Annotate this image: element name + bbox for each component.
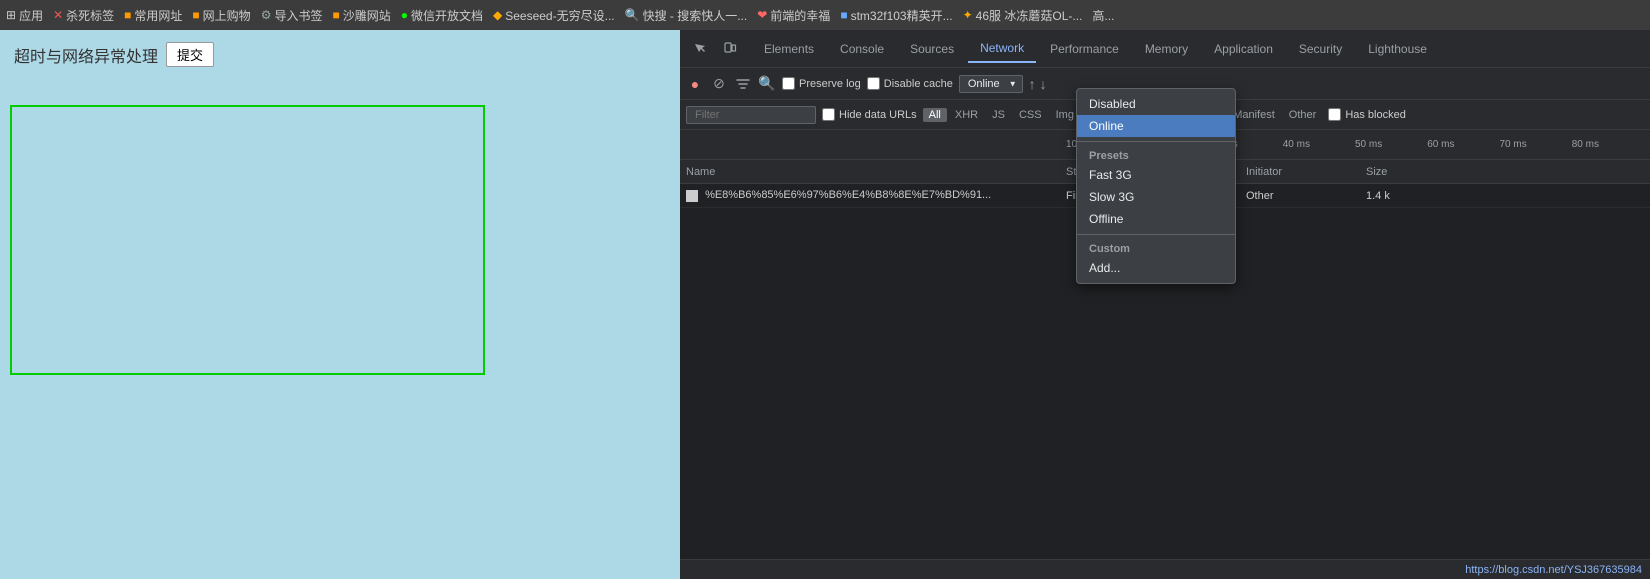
preserve-log-checkbox[interactable] — [782, 77, 795, 90]
status-bar: https://blog.csdn.net/YSJ367635984 — [680, 559, 1650, 579]
time-50ms: 50 ms — [1355, 139, 1427, 150]
devtools-icons — [688, 37, 742, 61]
bookmark-shopping[interactable]: ■ 网上购物 — [192, 7, 250, 24]
tab-memory[interactable]: Memory — [1133, 36, 1200, 62]
tab-lighthouse[interactable]: Lighthouse — [1356, 36, 1439, 62]
th-initiator[interactable]: Initiator — [1240, 166, 1360, 178]
bookmark-search[interactable]: 🔍 快搜 - 搜索快人一... — [625, 7, 748, 24]
device-toggle-icon[interactable] — [718, 37, 742, 61]
tab-console[interactable]: Console — [828, 36, 896, 62]
tab-network[interactable]: Network — [968, 35, 1036, 63]
bookmark-wechat[interactable]: ● 微信开放文档 — [401, 7, 483, 24]
network-condition-menu: Disabled Online Presets Fast 3G Slow 3G … — [1076, 88, 1236, 284]
main-page-area: 超时与网络异常处理 提交 — [0, 30, 680, 579]
filter-icon[interactable] — [734, 75, 752, 93]
bookmarks-bar: ⊞ 应用 ✕ 杀死标签 ■ 常用网址 ■ 网上购物 ⚙ 导入书签 ■ 沙雕网站 … — [0, 0, 1650, 30]
bookmark-game[interactable]: ✦ 46服 冰冻蘑菇OL-... — [963, 7, 1083, 24]
th-size[interactable]: Size — [1360, 166, 1440, 178]
cell-size: 1.4 k — [1360, 190, 1440, 202]
search-icon[interactable]: 🔍 — [758, 75, 776, 93]
filter-input[interactable] — [686, 106, 816, 124]
devtools-tab-bar: Elements Console Sources Network Perform… — [680, 30, 1650, 68]
clear-button[interactable]: ⊘ — [710, 75, 728, 93]
dropdown-divider — [1077, 141, 1235, 142]
status-url: https://blog.csdn.net/YSJ367635984 — [1465, 564, 1642, 576]
bookmark-common[interactable]: ■ 常用网址 — [124, 7, 182, 24]
dropdown-offline[interactable]: Offline — [1077, 208, 1235, 230]
preserve-log-label[interactable]: Preserve log — [782, 77, 861, 90]
bookmark-stm32[interactable]: ■ stm32f103精英开... — [840, 7, 952, 24]
filter-other-button[interactable]: Other — [1283, 108, 1323, 122]
disable-cache-checkbox[interactable] — [867, 77, 880, 90]
filter-js-button[interactable]: JS — [986, 108, 1011, 122]
upload-icon: ↑ — [1029, 76, 1036, 92]
upload-download-icons: ↑ ↓ — [1029, 76, 1047, 92]
dropdown-add[interactable]: Add... — [1077, 257, 1235, 279]
hide-data-urls-label[interactable]: Hide data URLs — [822, 108, 917, 121]
page-title: 超时与网络异常处理 — [14, 43, 158, 67]
time-40ms: 40 ms — [1283, 139, 1355, 150]
dropdown-custom-label: Custom — [1077, 239, 1235, 257]
bookmark-sandiao[interactable]: ■ 沙雕网站 — [332, 7, 390, 24]
inspect-icon[interactable] — [688, 37, 712, 61]
time-60ms: 60 ms — [1427, 139, 1499, 150]
bookmark-killtab[interactable]: ✕ 杀死标签 — [53, 7, 114, 24]
filter-all-button[interactable]: All — [923, 108, 947, 122]
dropdown-disabled[interactable]: Disabled — [1077, 93, 1235, 115]
hide-data-urls-checkbox[interactable] — [822, 108, 835, 121]
tab-elements[interactable]: Elements — [752, 36, 826, 62]
cell-initiator: Other — [1240, 190, 1360, 202]
disable-cache-label[interactable]: Disable cache — [867, 77, 953, 90]
has-blocked-label[interactable]: Has blocked — [1328, 108, 1406, 121]
content-box — [10, 105, 485, 375]
dropdown-presets-label: Presets — [1077, 146, 1235, 164]
tab-security[interactable]: Security — [1287, 36, 1354, 62]
condition-select-button[interactable]: Online — [959, 75, 1023, 93]
bookmark-import[interactable]: ⚙ 导入书签 — [261, 7, 323, 24]
time-80ms: 80 ms — [1572, 139, 1644, 150]
download-icon: ↓ — [1040, 76, 1047, 92]
network-condition-dropdown: Online — [959, 75, 1023, 93]
th-name[interactable]: Name — [680, 166, 1060, 178]
bookmark-frontend[interactable]: ❤ 前端的幸福 — [757, 7, 830, 24]
filter-css-button[interactable]: CSS — [1013, 108, 1048, 122]
filter-xhr-button[interactable]: XHR — [949, 108, 984, 122]
file-icon — [686, 190, 698, 202]
dropdown-divider2 — [1077, 234, 1235, 235]
has-blocked-checkbox[interactable] — [1328, 108, 1341, 121]
time-70ms: 70 ms — [1500, 139, 1572, 150]
cell-name: %E8%B6%85%E6%97%B6%E4%B8%8E%E7%BD%91... — [680, 189, 1060, 201]
dropdown-fast3g[interactable]: Fast 3G — [1077, 164, 1235, 186]
tab-sources[interactable]: Sources — [898, 36, 966, 62]
dropdown-slow3g[interactable]: Slow 3G — [1077, 186, 1235, 208]
bookmark-apps[interactable]: ⊞ 应用 — [6, 7, 43, 24]
page-header: 超时与网络异常处理 提交 — [0, 30, 680, 79]
tab-performance[interactable]: Performance — [1038, 36, 1131, 62]
record-button[interactable]: ● — [686, 75, 704, 93]
dropdown-online[interactable]: Online — [1077, 115, 1235, 137]
tab-application[interactable]: Application — [1202, 36, 1285, 62]
bookmark-seeseed[interactable]: ◆ Seeseed-无穷尽设... — [493, 7, 615, 24]
submit-button[interactable]: 提交 — [166, 42, 214, 67]
bookmark-other[interactable]: 高... — [1092, 7, 1114, 24]
